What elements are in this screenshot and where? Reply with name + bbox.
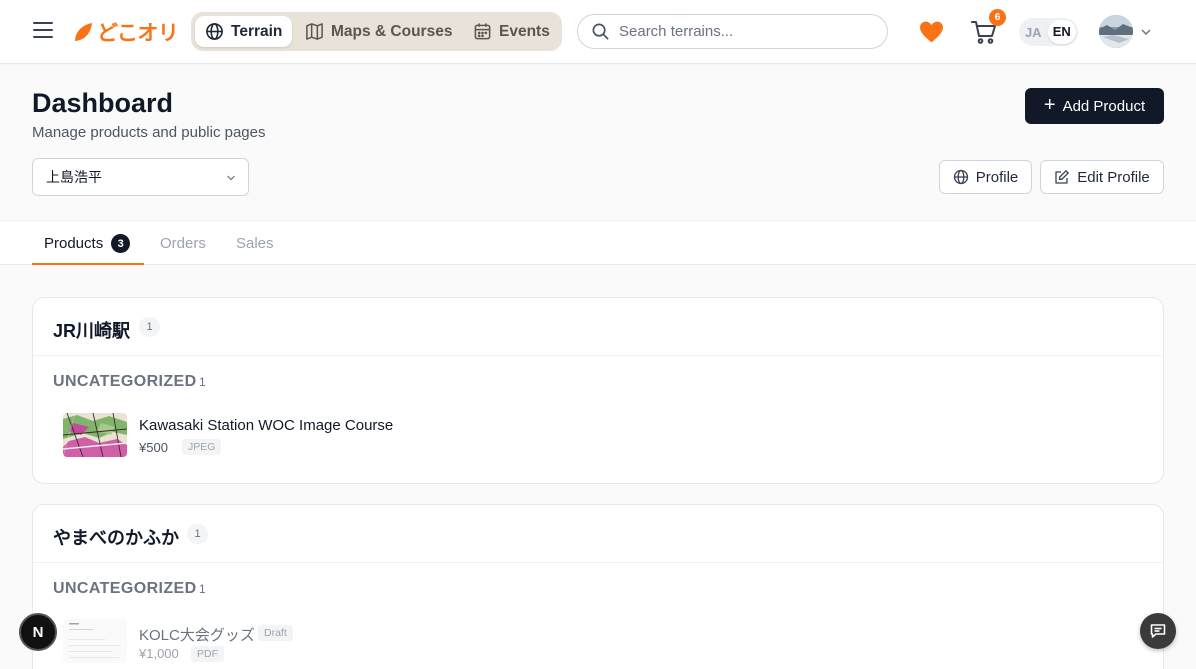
products-count-badge: 3 [111,234,131,253]
product-price: ¥1,000 [139,646,179,661]
group-title: JR川崎駅 [53,321,131,341]
lang-ja-option[interactable]: JA [1019,25,1048,40]
site-logo[interactable]: どこオリ [72,15,179,49]
card-divider [33,355,1163,356]
document-thumbnail-image [63,619,127,663]
avatar-image [1099,15,1133,48]
profile-button[interactable]: Profile [939,160,1032,194]
page-subtitle: Manage products and public pages [32,124,266,141]
product-thumbnail[interactable] [63,413,127,457]
cart-count-badge: 6 [989,9,1006,26]
tab-sales[interactable]: Sales [236,221,274,266]
chevron-down-icon [227,175,235,181]
file-format-tag: PDF [191,646,224,662]
favorites-heart-icon[interactable] [919,20,944,44]
draft-tag: Draft [258,625,293,641]
nav-terrain-label: Terrain [231,22,283,40]
product-thumbnail[interactable] [63,619,127,663]
dev-tools-badge[interactable]: N [19,613,57,651]
language-toggle: JA EN [1019,18,1078,46]
tab-products[interactable]: Products 3 [44,221,131,266]
product-group-card: JR川崎駅 1 UNCATEGORIZED 1 Kawasaki Station… [32,297,1164,484]
file-format-tag: JPEG [182,439,222,455]
dashboard-tabs: Products 3 Orders Sales [0,220,1196,265]
active-tab-indicator [32,263,144,265]
tab-products-label: Products [44,235,104,252]
user-avatar[interactable] [1099,15,1133,48]
tab-orders-label: Orders [160,235,206,252]
calendar-icon [474,23,491,40]
product-name[interactable]: Kawasaki Station WOC Image Course [139,417,393,434]
lang-en-option[interactable]: EN [1047,20,1076,44]
chat-button[interactable] [1140,613,1176,649]
category-count: 1 [199,582,206,596]
chevron-down-icon[interactable] [1140,26,1152,38]
category-label: UNCATEGORIZED [53,580,197,597]
nav-events-label: Events [499,22,550,40]
profile-button-label: Profile [975,168,1019,186]
top-header: どこオリ Terrain Maps & Courses Events Searc… [0,0,1196,64]
map-icon [306,23,323,40]
edit-icon [1055,170,1070,184]
search-icon [592,23,609,40]
card-divider [33,562,1163,563]
product-group-card: やまべのかふか 1 UNCATEGORIZED 1 KOLC大会グッズ Draf… [32,504,1164,669]
logo-leaf-icon [75,23,92,41]
globe-icon [953,169,968,185]
add-product-button[interactable]: + Add Product [1025,88,1164,124]
category-label: UNCATEGORIZED [53,373,197,390]
category-count: 1 [199,375,206,389]
main-nav: Terrain Maps & Courses Events [191,12,562,51]
hamburger-menu-icon[interactable] [33,22,53,40]
plus-icon: + [1043,94,1056,116]
nav-maps-courses[interactable]: Maps & Courses [295,16,462,47]
map-thumbnail-image [63,413,127,457]
logo-text: どこオリ [97,21,179,45]
nav-terrain[interactable]: Terrain [195,16,293,47]
product-name[interactable]: KOLC大会グッズ [139,624,255,645]
chat-bubble-icon [1150,624,1166,638]
tab-orders[interactable]: Orders [160,221,206,266]
store-select-value: 上島浩平 [46,169,102,185]
search-input[interactable] [619,23,869,40]
search-box [577,14,888,49]
tab-sales-label: Sales [236,235,274,252]
product-price: ¥500 [139,440,168,455]
group-title: やまべのかふか [53,528,179,548]
globe-icon [206,23,223,40]
add-product-label: Add Product [1062,97,1146,115]
group-count-badge: 1 [139,317,160,337]
nav-events[interactable]: Events [463,16,560,47]
nav-maps-label: Maps & Courses [331,22,453,40]
edit-profile-button[interactable]: Edit Profile [1040,160,1164,194]
group-count-badge: 1 [187,524,208,544]
edit-profile-label: Edit Profile [1077,168,1150,186]
store-select[interactable]: 上島浩平 [32,158,249,196]
page-title: Dashboard [32,88,174,118]
